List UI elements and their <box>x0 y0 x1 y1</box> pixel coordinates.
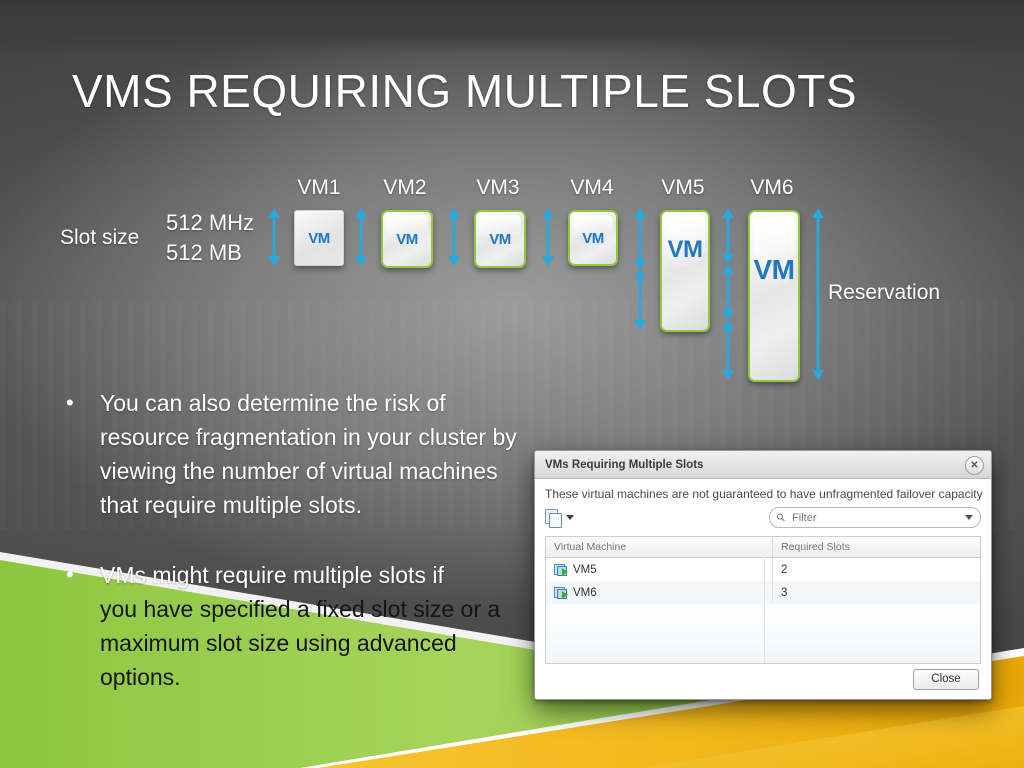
page-title: VMs Requiring Multiple Slots <box>72 65 858 117</box>
bullet-text: VMs might require multiple slots if you … <box>100 558 528 694</box>
vm-box-label: VM <box>308 229 330 247</box>
vm-box-vm3: VM <box>474 210 526 268</box>
bullet-marker: • <box>66 562 74 587</box>
filter-field[interactable]: ⚲ <box>769 507 981 528</box>
slot-arrow-vm3 <box>446 208 462 266</box>
slot-arrow-vm2 <box>353 208 369 266</box>
search-input[interactable] <box>790 510 960 525</box>
bullet-item-1: • You can also determine the risk of res… <box>58 386 528 522</box>
column-header-required-slots[interactable]: Required Slots <box>773 537 980 557</box>
vm-box-vm2: VM <box>381 210 433 268</box>
dialog-toolbar: ⚲ <box>535 505 991 536</box>
cell-required-slots: 2 <box>781 563 788 576</box>
chevron-down-icon[interactable] <box>566 515 574 520</box>
dialog-subtitle: These virtual machines are not guarantee… <box>545 487 983 501</box>
vm-label-vm6: VM6 <box>750 176 794 199</box>
vms-requiring-multiple-slots-dialog: VMs Requiring Multiple Slots ✕ These vir… <box>534 450 992 700</box>
vm-box-vm1: VM <box>294 210 344 266</box>
vm-box-vm6: VM <box>748 210 800 382</box>
vm-table: Virtual Machine Required Slots VM5 2 VM6… <box>545 536 981 664</box>
table-empty-area <box>546 604 980 663</box>
cell-virtual-machine: VM6 <box>546 581 773 604</box>
slot-arrow-vm5 <box>632 208 648 330</box>
vm-label-vm5: VM5 <box>661 176 705 199</box>
close-icon[interactable]: ✕ <box>965 456 984 475</box>
vm-box-label: VM <box>582 229 604 247</box>
vm-slot-diagram: Slot size 512 MHz 512 MB VM1 VM VM2 VM V… <box>0 168 1024 388</box>
table-header: Virtual Machine Required Slots <box>546 537 980 558</box>
bullet-text: You can also determine the risk of resou… <box>100 390 517 518</box>
chevron-down-icon[interactable] <box>965 515 973 520</box>
bullet-marker: • <box>66 390 74 415</box>
slot-arrow-vm4 <box>540 208 556 266</box>
slide-canvas: VMs Requiring Multiple Slots Slot size 5… <box>0 0 1024 768</box>
table-column-divider <box>764 557 765 663</box>
cell-virtual-machine: VM5 <box>546 558 773 581</box>
dialog-title: VMs Requiring Multiple Slots <box>545 458 704 471</box>
bullet-text-line2: you have specified a fixed slot size or … <box>100 596 501 690</box>
slot-arrow-vm1 <box>266 208 282 266</box>
slot-size-label: Slot size <box>60 226 140 249</box>
vm-box-label: VM <box>396 230 418 248</box>
vm-label-vm2: VM2 <box>383 176 427 199</box>
slot-size-values: 512 MHz 512 MB <box>166 208 254 268</box>
vm-name: VM5 <box>573 563 597 576</box>
copy-icon <box>545 508 562 528</box>
virtual-machine-icon <box>554 586 568 599</box>
slot-size-memory: 512 MB <box>166 240 242 265</box>
vm-box-vm4: VM <box>568 210 618 266</box>
bullet-item-2: • VMs might require multiple slots if yo… <box>58 558 528 694</box>
vm-name: VM6 <box>573 586 597 599</box>
slot-size-cpu: 512 MHz <box>166 210 255 235</box>
table-row[interactable]: VM5 2 <box>546 558 980 581</box>
vm-box-label: VM <box>753 254 796 285</box>
slot-arrow-vm6 <box>720 208 736 380</box>
vm-box-label: VM <box>667 236 704 263</box>
copy-button[interactable] <box>545 508 574 528</box>
vm-box-label: VM <box>489 230 511 248</box>
dialog-title-bar: VMs Requiring Multiple Slots ✕ <box>535 451 991 479</box>
search-icon: ⚲ <box>774 510 789 525</box>
close-button[interactable]: Close <box>913 668 979 690</box>
vm-label-vm3: VM3 <box>476 176 520 199</box>
bullet-text-line1: VMs might require multiple slots if <box>100 562 444 588</box>
column-header-virtual-machine[interactable]: Virtual Machine <box>546 537 773 557</box>
virtual-machine-icon <box>554 563 568 576</box>
reservation-arrow <box>810 208 826 380</box>
table-row[interactable]: VM6 3 <box>546 581 980 604</box>
reservation-label: Reservation <box>828 281 941 304</box>
vm-box-vm5: VM <box>660 210 710 332</box>
dialog-footer: Close <box>535 659 991 699</box>
background-top-shade <box>0 0 1024 54</box>
cell-required-slots: 3 <box>781 586 788 599</box>
vm-label-vm4: VM4 <box>570 176 614 199</box>
bullet-list: • You can also determine the risk of res… <box>58 386 528 720</box>
vm-label-vm1: VM1 <box>297 176 341 199</box>
